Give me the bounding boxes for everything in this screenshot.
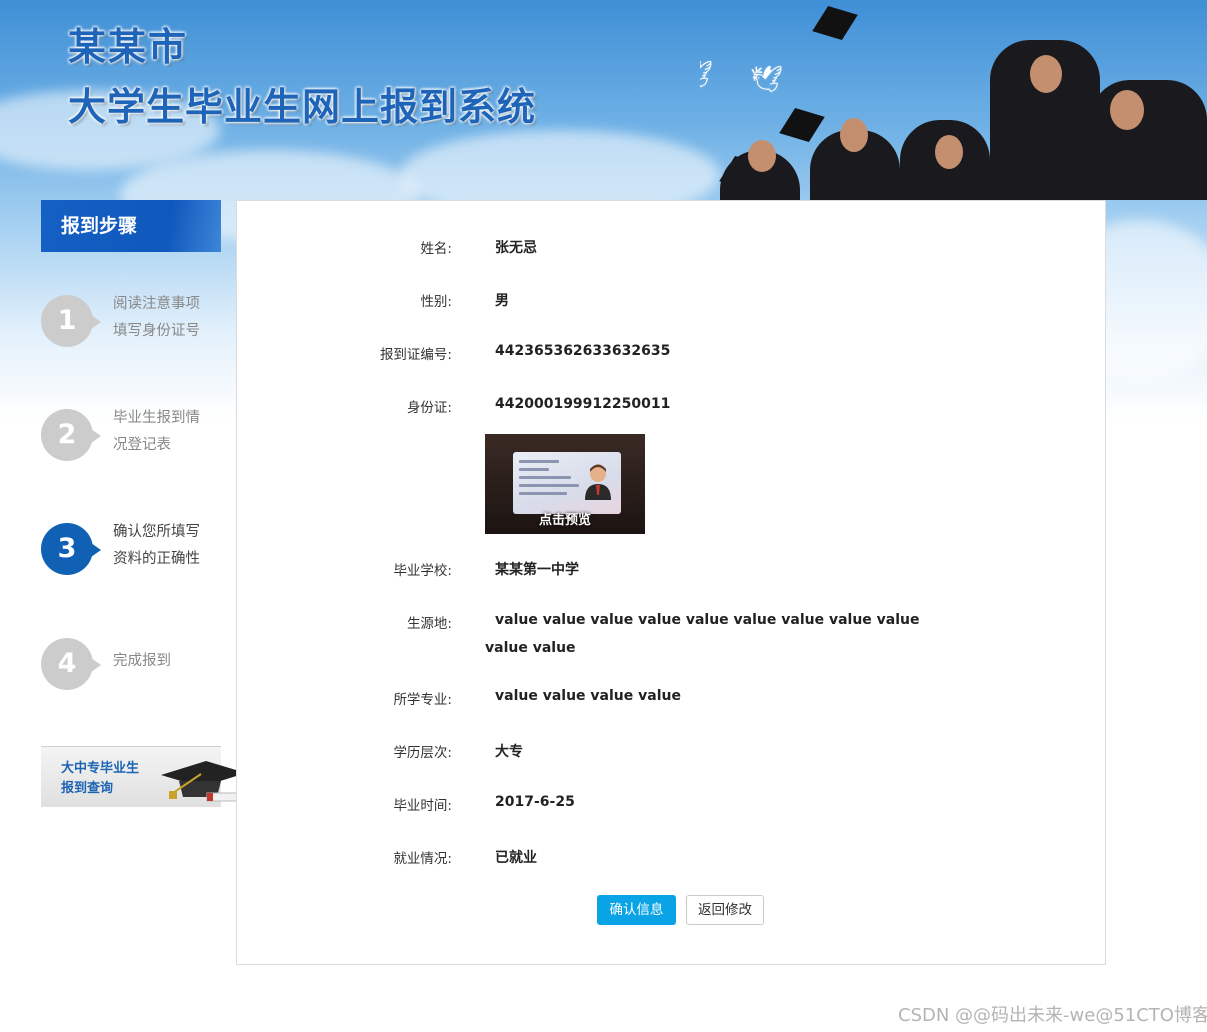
field-label: 身份证:: [406, 400, 452, 416]
step-4: 4 完成报到: [41, 634, 231, 694]
field-value: 张无忌: [495, 240, 537, 256]
graduate-figure: [1090, 80, 1207, 200]
step-label: 完成报到: [113, 648, 223, 675]
person-portrait-icon: [585, 464, 611, 500]
graduates-photo: 🕊 🕊 🕊 🕊 🕊 🕊: [700, 0, 1207, 200]
step-number-badge: 3: [41, 523, 101, 575]
field-label: 毕业学校:: [393, 563, 452, 579]
preview-caption: 点击预览: [538, 513, 591, 528]
graduation-cap-icon: [779, 108, 825, 142]
step-label: 确认您所填写 资料的正确性: [113, 519, 223, 573]
graduate-head: [748, 140, 776, 172]
watermark: CSDN @@码出未来-we@51CTO博客: [898, 1005, 1207, 1026]
field-label: 生源地:: [406, 616, 452, 632]
id-card-image: [513, 452, 621, 514]
steps-title: 报到步骤: [41, 200, 221, 252]
step-number-badge: 2: [41, 409, 101, 461]
dove-icon: 🕊: [700, 60, 713, 90]
field-value: value value value value value value valu…: [485, 612, 920, 656]
field-value: 大专: [495, 744, 523, 760]
field-label: 学历层次:: [393, 745, 452, 761]
step-label-line: 确认您所填写: [113, 524, 200, 540]
step-label-line: 阅读注意事项: [113, 296, 200, 312]
graduate-head: [1030, 55, 1062, 93]
step-label-line: 毕业生报到情: [113, 410, 200, 426]
graduate-query-link[interactable]: 大中专毕业生 报到查询: [41, 746, 246, 807]
step-label: 阅读注意事项 填写身份证号: [113, 291, 223, 345]
field-label: 报到证编号:: [379, 347, 452, 363]
field-value: 男: [495, 293, 509, 309]
query-label-line: 报到查询: [61, 781, 114, 796]
step-label-line: 资料的正确性: [113, 551, 200, 567]
field-value: 442365362633632635: [495, 343, 671, 359]
step-label-line: 填写身份证号: [113, 323, 200, 339]
field-label: 就业情况:: [393, 851, 452, 867]
field-value: 已就业: [495, 850, 537, 866]
graduate-head: [935, 135, 963, 169]
field-value: value value value value: [495, 688, 681, 704]
field-value: 2017-6-25: [495, 794, 575, 810]
field-value: 442000199912250011: [495, 396, 671, 412]
site-title-system: 大学生毕业生网上报到系统: [68, 85, 537, 129]
query-label-line: 大中专毕业生: [61, 761, 140, 776]
site-title-city: 某某市: [68, 25, 189, 69]
step-label: 毕业生报到情 况登记表: [113, 405, 223, 459]
id-card-preview[interactable]: 点击预览: [485, 434, 645, 534]
graduation-cap-icon: [812, 6, 858, 40]
step-number-badge: 4: [41, 638, 101, 690]
step-label-line: 况登记表: [113, 437, 171, 453]
field-value: 某某第一中学: [495, 562, 579, 578]
step-label-line: 完成报到: [113, 653, 171, 669]
step-3: 3 确认您所填写 资料的正确性: [41, 519, 231, 579]
back-to-edit-button[interactable]: 返回修改: [686, 895, 764, 925]
field-label: 姓名:: [420, 241, 452, 257]
step-1: 1 阅读注意事项 填写身份证号: [41, 291, 231, 351]
id-card-text-lines: [519, 460, 579, 500]
query-label: 大中专毕业生 报到查询: [61, 759, 161, 799]
field-label: 性别:: [420, 294, 452, 310]
dove-icon: 🕊: [750, 65, 784, 95]
field-label: 所学专业:: [393, 692, 452, 708]
field-label: 毕业时间:: [393, 798, 452, 814]
graduate-head: [840, 118, 868, 152]
step-2: 2 毕业生报到情 况登记表: [41, 405, 231, 465]
confirm-info-card: 姓名: 张无忌 性别: 男 报到证编号: 442365362633632635 …: [236, 200, 1106, 965]
confirm-info-button[interactable]: 确认信息: [597, 895, 676, 925]
graduate-head: [1110, 90, 1144, 130]
step-number-badge: 1: [41, 295, 101, 347]
